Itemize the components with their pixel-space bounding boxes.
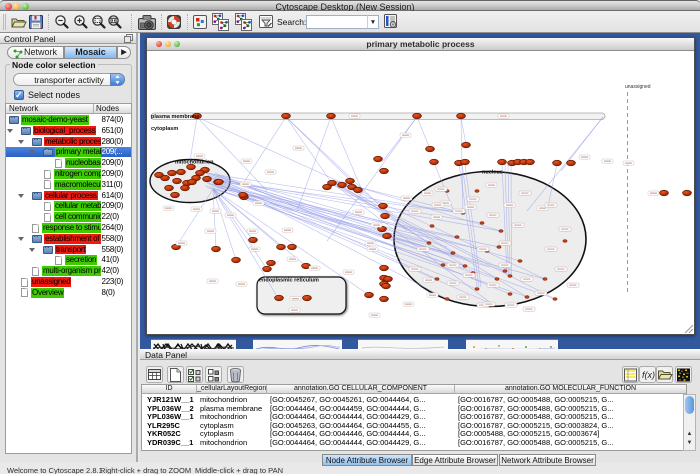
svg-text:endoplasmic reticulum: endoplasmic reticulum [259,278,319,284]
svg-text:plasma membrane: plasma membrane [151,114,199,120]
svg-text:f(x): f(x) [642,370,655,380]
svg-text:mitochondrion: mitochondrion [175,160,214,166]
svg-text:cytoplasm: cytoplasm [151,126,178,132]
svg-text:unassigned: unassigned [625,84,651,90]
svg-text:nucleus: nucleus [482,170,503,176]
